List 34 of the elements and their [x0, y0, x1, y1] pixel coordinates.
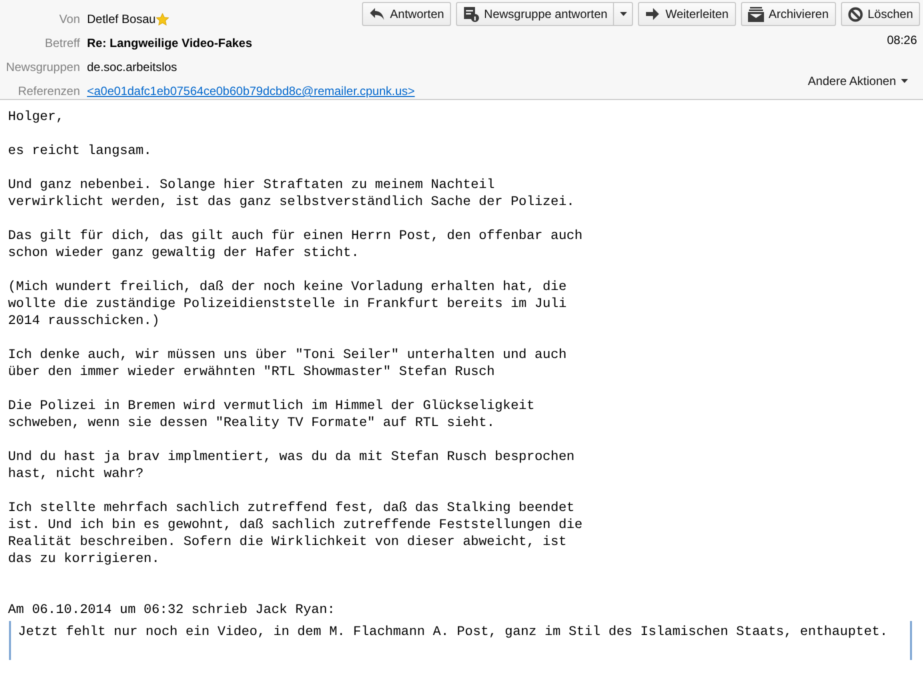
message-paragraph: Die Polizei in Bremen wird vermutlich im Himmel der Glückseligkeit schweben, wenn sie dessen "Reality TV Formate" auf RTL sieht. [8, 397, 536, 431]
quote-attribution: Am 06.10.2014 um 06:32 schrieb Jack Ryan: [8, 601, 336, 618]
field-label: Von [58, 11, 80, 28]
newsgroup-icon [463, 6, 480, 22]
toolbar-button[interactable]: Antworten [362, 2, 452, 26]
field-value: de.soc.arbeitslos [87, 59, 178, 76]
message-paragraph: Holger, [8, 108, 65, 125]
field-label: Referenzen [16, 83, 80, 100]
reply-icon [369, 7, 386, 21]
toolbar-button[interactable]: Weiterleiten [638, 2, 736, 26]
arrow-right-icon [645, 8, 660, 20]
message-paragraph: es reicht langsam. [8, 142, 153, 159]
field-label: Betreff [44, 35, 80, 52]
caret-icon [901, 79, 908, 83]
newsgroup-reply-button[interactable]: Newsgruppe antworten [457, 3, 614, 25]
toolbar-button[interactable]: Archivieren [740, 2, 836, 26]
star-icon [156, 13, 169, 26]
message-paragraph: Das gilt für dich, das gilt auch für einen Herrn Post, den offenbar auch schon wieder ganz gewaltig der Hafer sticht. [8, 227, 584, 261]
blocked-icon [848, 6, 863, 22]
subject-text: Re: Langweilige Video-Fakes [87, 35, 254, 52]
field-label: Newsgruppen [4, 59, 80, 76]
sender-name[interactable]: Detlef Bosau [87, 10, 156, 29]
quoted-text: Jetzt fehlt nur noch ein Video, in dem M. Flachmann A. Post, ganz im Stil des Islamischen Staats, enthauptet. [9, 621, 912, 660]
reference-link[interactable]: <a0e01dafc1eb07564ce0b60b79dcbd8c@remailer.cpunk.us> [87, 82, 415, 101]
message-paragraph: Und ganz nebenbei. Solange hier Straftaten zu meinem Nachteil verwirklicht werden, ist das ganz selbstverständlich Sache der Polizei. [8, 176, 576, 210]
message-paragraph: Ich denke auch, wir müssen uns über "Toni Seiler" unterhalten und auch über den immer wieder erwähnten "RTL Showmaster" Stefan Rusch [8, 346, 568, 380]
more-actions-button[interactable]: Andere Aktionen [808, 74, 908, 88]
archive-icon [748, 6, 764, 22]
message-paragraph: Ich stellte mehrfach sachlich zutreffend fest, daß das Stalking beendet ist. Und ich bin es gewohnt, daß sachlich zutreffende Feststellungen die Realität beschreiben. Sofern die Wirklichkeit von dieser abweicht, ist das zu korrigieren. [8, 499, 584, 567]
message-paragraph: Und du hast ja brav implmentiert, was du da mit Stefan Rusch besprochen hast, nicht wahr? [8, 448, 576, 482]
caret-icon [620, 12, 627, 16]
message-paragraph: (Mich wundert freilich, daß der noch keine Vorladung erhalten hat, die wollte die zuständige Polizeidienststelle in Frankfurt bereits im Juli 2014 rausschicken.) [8, 278, 568, 329]
toolbar-button[interactable]: Löschen [840, 2, 920, 26]
message-time: 08:26 [886, 33, 917, 47]
